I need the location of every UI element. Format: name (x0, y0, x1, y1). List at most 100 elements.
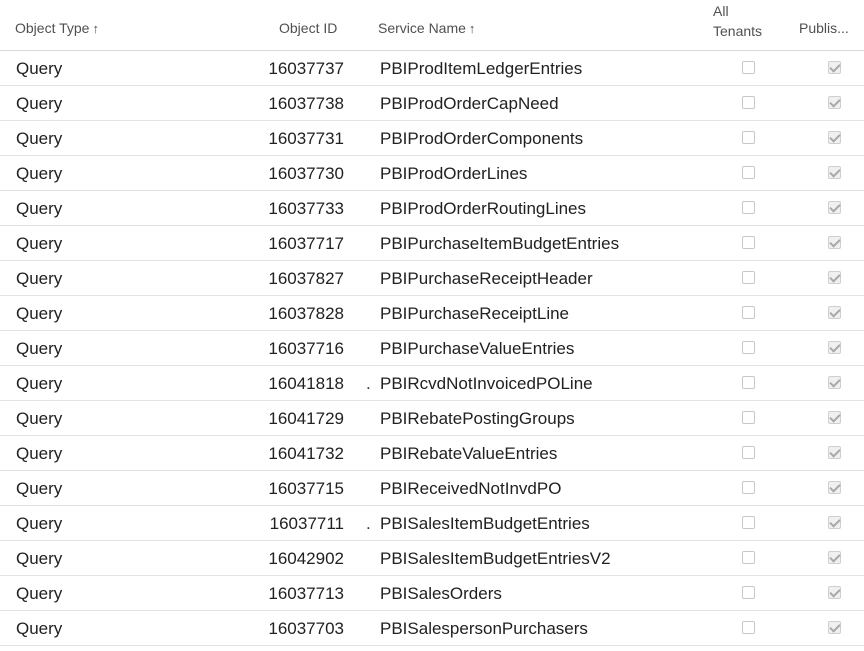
published-checkbox[interactable] (828, 341, 841, 354)
service-name-cell[interactable]: PBIPurchaseReceiptHeader (380, 261, 593, 296)
object-id-cell: 16041818 (268, 374, 344, 393)
table-row[interactable]: Query 16037733 PBIProdOrderRoutingLines (0, 191, 864, 226)
table-row[interactable]: Query 16037737 PBIProdItemLedgerEntries (0, 51, 864, 86)
published-checkbox[interactable] (828, 96, 841, 109)
service-name-cell[interactable]: PBIProdOrderLines (380, 156, 527, 191)
table-row[interactable]: Query 16037703 PBISalespersonPurchasers (0, 611, 864, 646)
service-name-cell[interactable]: PBIProdOrderComponents (380, 121, 583, 156)
table-row[interactable]: Query 16037715 PBIReceivedNotInvdPO (0, 471, 864, 506)
object-id-cell: 16037731 (268, 129, 344, 148)
column-header-published[interactable]: Publis... (799, 20, 849, 36)
all-tenants-checkbox[interactable] (742, 96, 755, 109)
table-row[interactable]: Query 16037828 PBIPurchaseReceiptLine (0, 296, 864, 331)
column-header-label-line2: Tenants (713, 23, 763, 39)
object-id-cell: 16037716 (268, 339, 344, 358)
table-row[interactable]: Query 16037827 PBIPurchaseReceiptHeader (0, 261, 864, 296)
object-type-cell: Query (16, 374, 63, 393)
published-checkbox[interactable] (828, 621, 841, 634)
published-checkbox[interactable] (828, 131, 841, 144)
service-name-cell[interactable]: PBIProdOrderCapNeed (380, 86, 559, 121)
published-checkbox[interactable] (828, 201, 841, 214)
published-checkbox[interactable] (828, 586, 841, 599)
published-checkbox[interactable] (828, 236, 841, 249)
table-row[interactable]: Query 16037717 PBIPurchaseItemBudgetEntrie… (0, 226, 864, 261)
object-type-cell: Query (16, 514, 63, 533)
object-id-cell: 16037713 (268, 584, 344, 603)
published-checkbox[interactable] (828, 446, 841, 459)
all-tenants-checkbox[interactable] (742, 446, 755, 459)
object-id-cell: 16037827 (268, 269, 344, 288)
all-tenants-checkbox[interactable] (742, 411, 755, 424)
table-row[interactable]: Query 16037731 PBIProdOrderComponents (0, 121, 864, 156)
column-header-label-line1: All (713, 3, 729, 19)
object-id-cell: 16037737 (268, 59, 344, 78)
all-tenants-checkbox[interactable] (742, 166, 755, 179)
published-checkbox[interactable] (828, 61, 841, 74)
published-checkbox[interactable] (828, 271, 841, 284)
all-tenants-checkbox[interactable] (742, 621, 755, 634)
service-name-cell[interactable]: PBISalespersonPurchasers (380, 611, 588, 646)
all-tenants-checkbox[interactable] (742, 481, 755, 494)
object-id-cell: 16037717 (268, 234, 344, 253)
object-type-cell: Query (16, 444, 63, 463)
object-type-cell: Query (16, 269, 63, 288)
published-checkbox[interactable] (828, 411, 841, 424)
service-name-cell[interactable]: PBIReceivedNotInvdPO (380, 471, 561, 506)
column-header-service-name[interactable]: Service Name ↑ (378, 20, 475, 36)
all-tenants-checkbox[interactable] (742, 551, 755, 564)
all-tenants-checkbox[interactable] (742, 516, 755, 529)
service-name-cell[interactable]: PBIRebateValueEntries (380, 436, 557, 471)
table-row[interactable]: Query 16037711. PBISalesItemBudgetEntries (0, 506, 864, 541)
object-type-cell: Query (16, 304, 63, 323)
table-row[interactable]: Query 16041729 PBIRebatePostingGroups (0, 401, 864, 436)
service-name-cell[interactable]: PBISalesItemBudgetEntries (380, 506, 590, 541)
table-row[interactable]: Query 16037716 PBIPurchaseValueEntries (0, 331, 864, 366)
all-tenants-checkbox[interactable] (742, 586, 755, 599)
table-row[interactable]: Query 16037738 PBIProdOrderCapNeed (0, 86, 864, 121)
column-header-label: Object Type (15, 20, 90, 36)
service-name-cell[interactable]: PBISalesItemBudgetEntriesV2 (380, 541, 611, 576)
object-id-cell: 16037738 (268, 94, 344, 113)
column-header-object-id[interactable]: Object ID (279, 20, 337, 36)
table-row[interactable]: Query 16037730 PBIProdOrderLines (0, 156, 864, 191)
table-row[interactable]: Query 16037713 PBISalesOrders (0, 576, 864, 611)
published-checkbox[interactable] (828, 376, 841, 389)
all-tenants-checkbox[interactable] (742, 271, 755, 284)
service-name-cell[interactable]: PBIRebatePostingGroups (380, 401, 575, 436)
table-row[interactable]: Query 16042902 PBISalesItemBudgetEntriesV2 (0, 541, 864, 576)
service-name-cell[interactable]: PBISalesOrders (380, 576, 502, 611)
all-tenants-checkbox[interactable] (742, 306, 755, 319)
object-type-cell: Query (16, 339, 63, 358)
service-name-cell[interactable]: PBIPurchaseItemBudgetEntries (380, 226, 619, 261)
object-type-cell: Query (16, 129, 63, 148)
all-tenants-checkbox[interactable] (742, 131, 755, 144)
row-marker: . (366, 374, 371, 393)
object-type-cell: Query (16, 234, 63, 253)
sort-ascending-icon: ↑ (468, 21, 476, 36)
object-id-cell: 16041729 (268, 409, 344, 428)
column-header-all-tenants[interactable]: All Tenants (713, 1, 773, 41)
service-name-cell[interactable]: PBIPurchaseReceiptLine (380, 296, 569, 331)
column-header-object-type[interactable]: Object Type ↑ (15, 20, 99, 36)
published-checkbox[interactable] (828, 166, 841, 179)
service-name-cell[interactable]: PBIProdOrderRoutingLines (380, 191, 586, 226)
column-header-label: Object ID (279, 20, 338, 36)
all-tenants-checkbox[interactable] (742, 236, 755, 249)
all-tenants-checkbox[interactable] (742, 376, 755, 389)
all-tenants-checkbox[interactable] (742, 341, 755, 354)
table-row[interactable]: Query 16041732 PBIRebateValueEntries (0, 436, 864, 471)
all-tenants-checkbox[interactable] (742, 61, 755, 74)
service-name-cell[interactable]: PBIRcvdNotInvoicedPOLine (380, 366, 593, 401)
published-checkbox[interactable] (828, 551, 841, 564)
published-checkbox[interactable] (828, 481, 841, 494)
published-checkbox[interactable] (828, 306, 841, 319)
published-checkbox[interactable] (828, 516, 841, 529)
service-name-cell[interactable]: PBIPurchaseValueEntries (380, 331, 574, 366)
object-type-cell: Query (16, 619, 63, 638)
object-id-cell: 16037828 (268, 304, 344, 323)
object-type-cell: Query (16, 479, 63, 498)
table-row[interactable]: Query 16041818. PBIRcvdNotInvoicedPOLine (0, 366, 864, 401)
grid-header: Object Type ↑ Object ID Service Name ↑ All… (0, 0, 864, 51)
all-tenants-checkbox[interactable] (742, 201, 755, 214)
service-name-cell[interactable]: PBIProdItemLedgerEntries (380, 51, 582, 86)
